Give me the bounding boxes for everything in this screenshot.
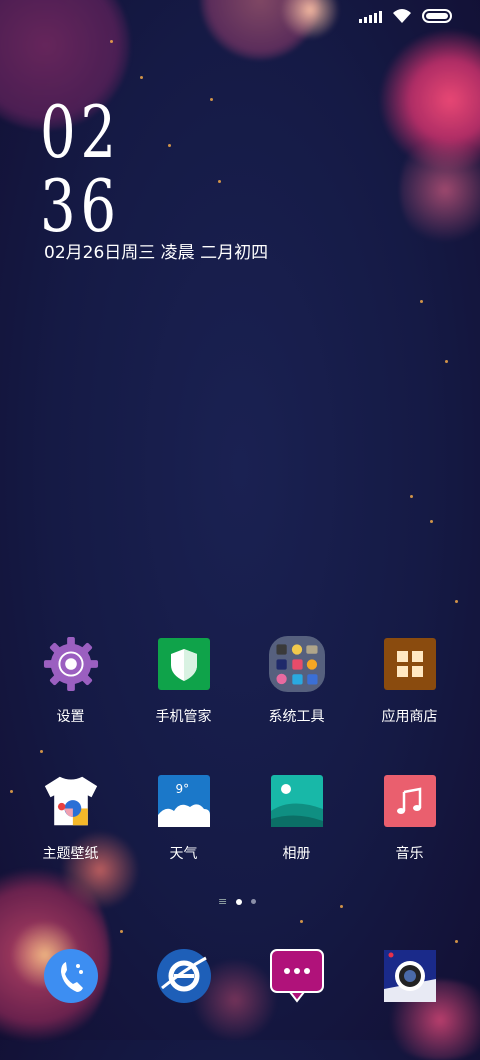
folder-icon [268, 636, 325, 692]
page-dot [251, 899, 257, 904]
dock-browser[interactable] [127, 948, 240, 1004]
app-gallery[interactable]: 相册 [240, 773, 353, 863]
dock-phone[interactable] [14, 948, 127, 1004]
lock-clock: 02 36 [40, 95, 144, 243]
gear-icon [43, 636, 99, 692]
signal-icon [359, 9, 382, 23]
gallery-icon [269, 773, 325, 829]
dock [14, 948, 466, 1004]
tshirt-icon [43, 773, 99, 829]
app-row-1: 设置 手机管家 系统工具 应用商店 [14, 636, 480, 726]
app-row-2: 主题壁纸 9° 天气 相册 音乐 [14, 773, 480, 863]
music-icon [382, 773, 438, 829]
app-label: 天气 [169, 846, 198, 862]
wifi-icon [393, 9, 411, 23]
date-line: 02月26日周三 凌晨 二月初四 [44, 243, 269, 263]
app-settings[interactable]: 设置 [14, 636, 127, 726]
store-icon [382, 636, 438, 692]
app-label: 手机管家 [155, 709, 212, 725]
app-label: 主题壁纸 [42, 846, 99, 862]
app-label: 设置 [56, 709, 85, 725]
messages-icon [269, 948, 325, 1004]
app-label: 音乐 [395, 846, 424, 862]
status-bar [359, 8, 452, 24]
phone-icon [43, 948, 99, 1004]
clock-hour: 02 [40, 90, 121, 174]
weather-temp: 9° [175, 782, 190, 796]
app-store[interactable]: 应用商店 [353, 636, 466, 726]
clock-minute: 36 [40, 164, 121, 248]
browser-icon [156, 948, 212, 1004]
weather-icon: 9° [156, 773, 212, 829]
camera-icon [382, 948, 438, 1004]
app-label: 应用商店 [381, 709, 438, 725]
dock-camera[interactable] [353, 948, 466, 1004]
page-indicator[interactable]: ≡ [218, 895, 257, 908]
app-music[interactable]: 音乐 [353, 773, 466, 863]
shield-icon [156, 636, 212, 692]
app-phone-manager[interactable]: 手机管家 [127, 636, 240, 726]
app-system-tools[interactable]: 系统工具 [240, 636, 353, 726]
dock-messages[interactable] [240, 948, 353, 1004]
app-weather[interactable]: 9° 天气 [127, 773, 240, 863]
menu-lines-icon: ≡ [218, 895, 228, 908]
app-label: 系统工具 [268, 709, 325, 725]
app-themes[interactable]: 主题壁纸 [14, 773, 127, 863]
page-dot-active [236, 898, 243, 905]
app-label: 相册 [282, 846, 311, 862]
battery-icon [422, 9, 452, 23]
